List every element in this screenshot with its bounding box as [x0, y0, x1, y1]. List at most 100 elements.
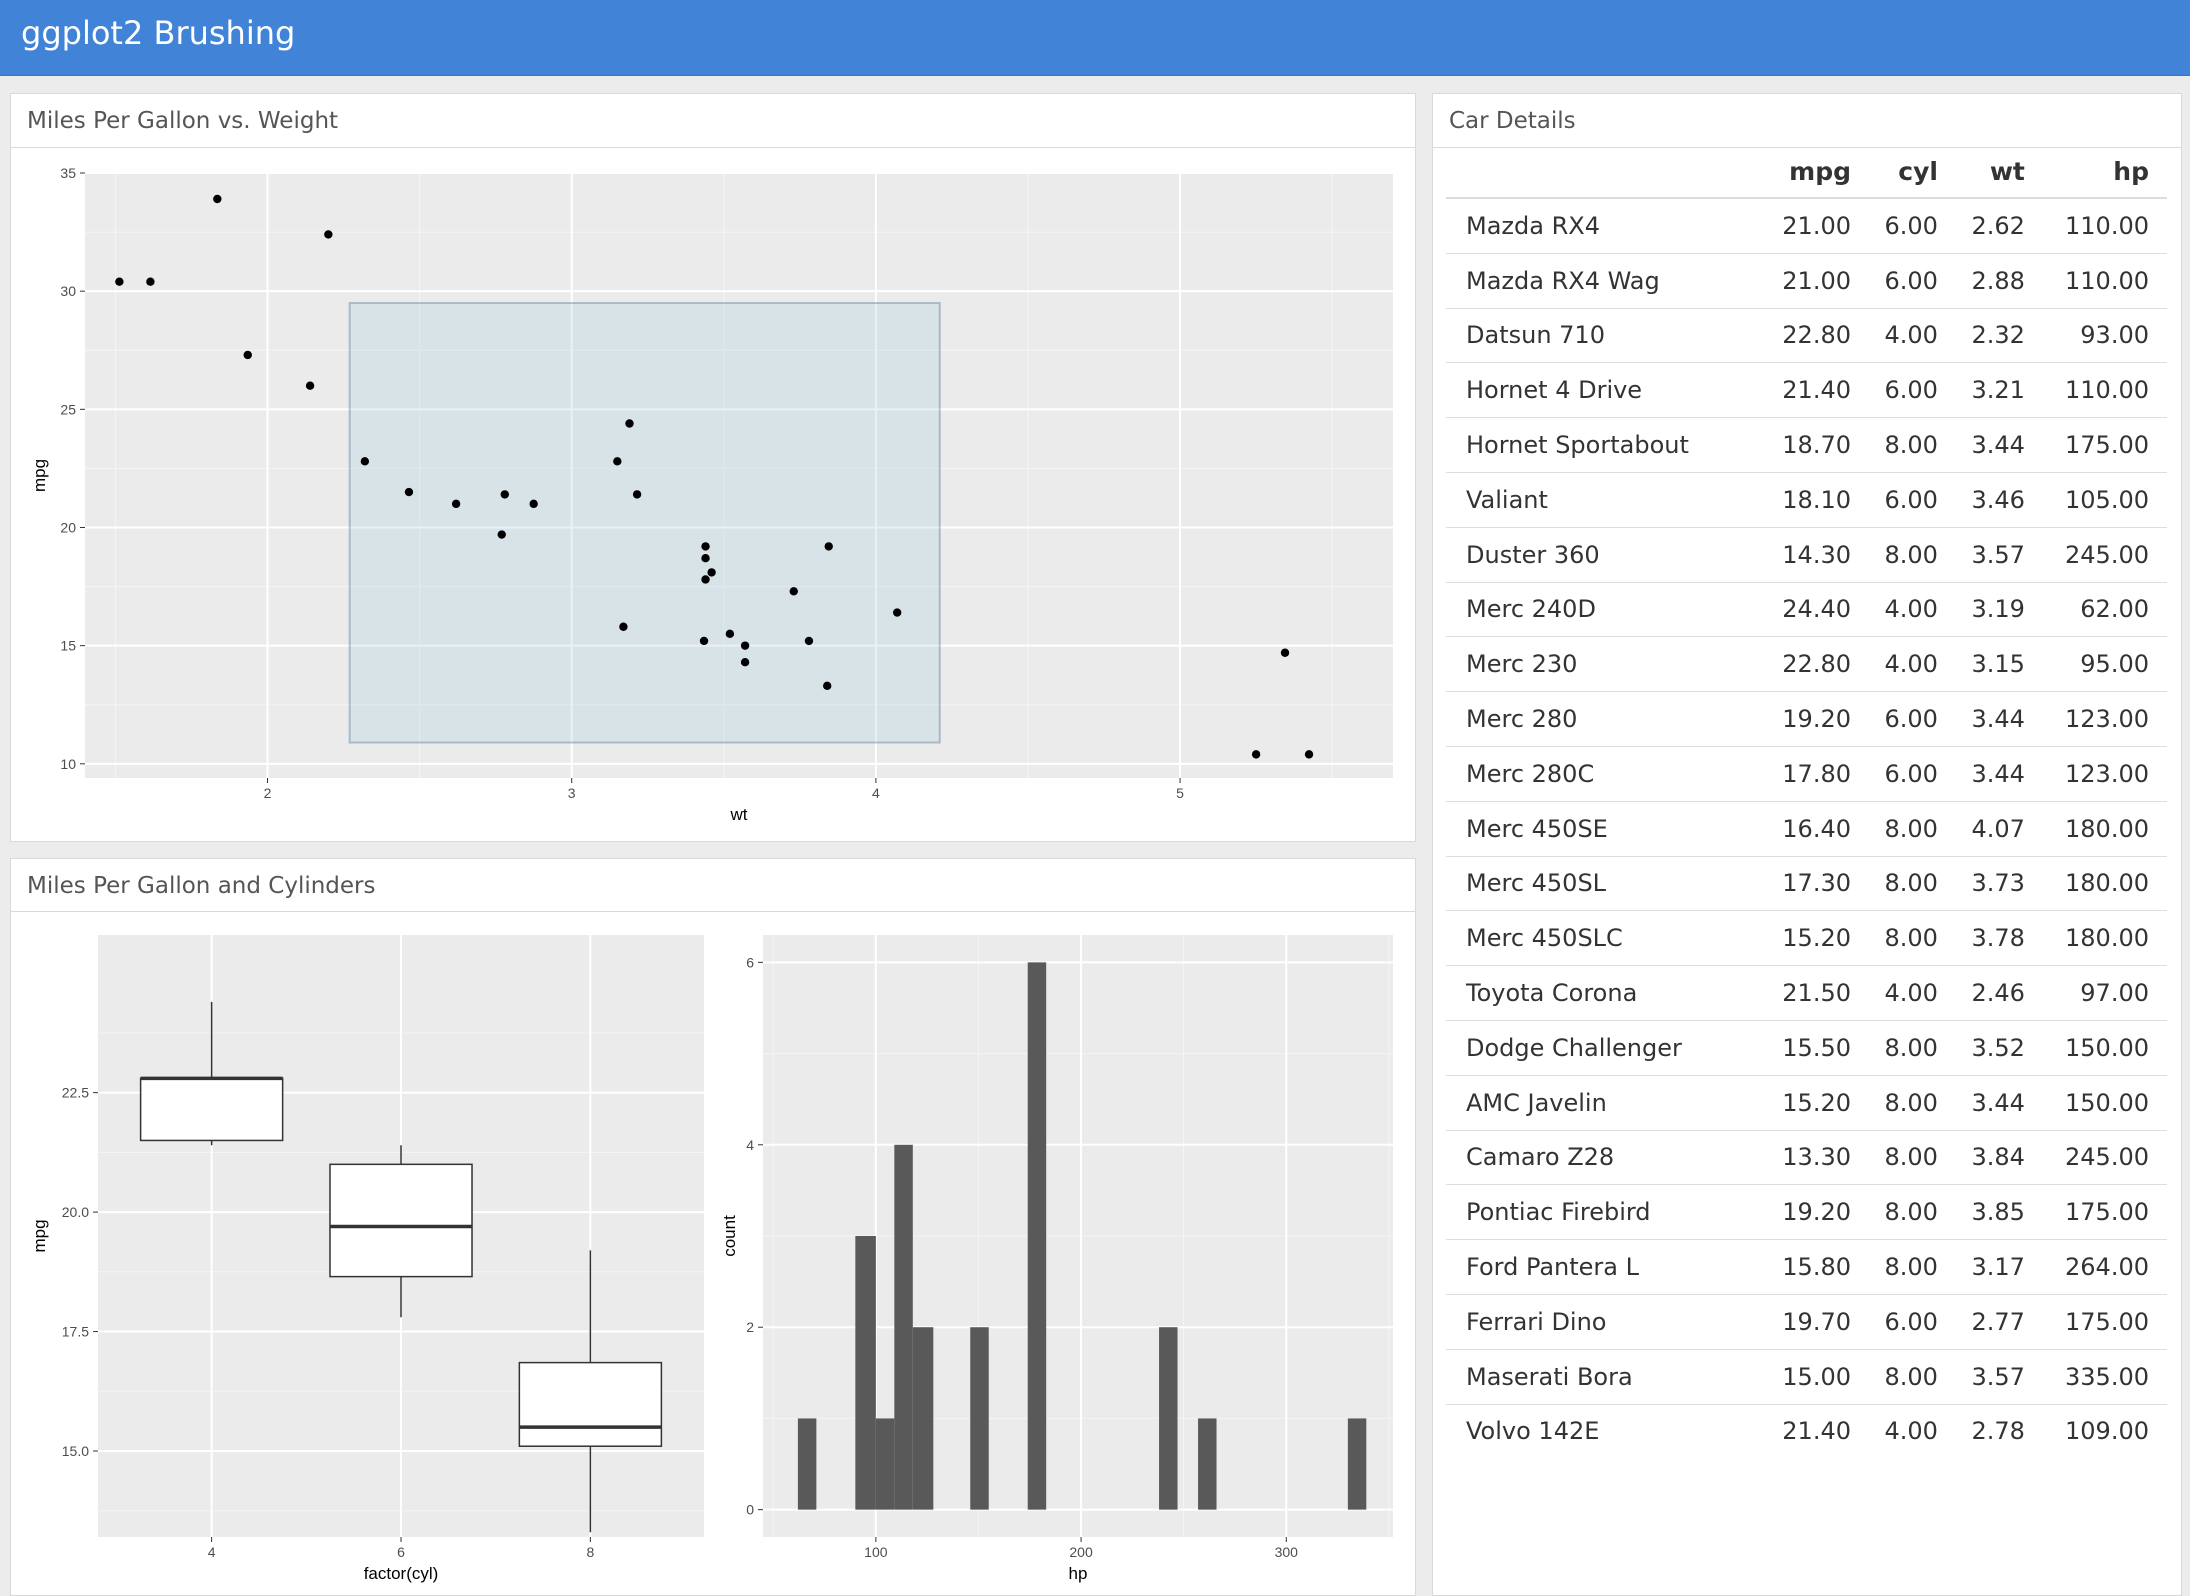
car-name-cell: Maserati Bora [1446, 1348, 1764, 1405]
cyl-cell: 4.00 [1869, 636, 1956, 692]
cyl-cell: 8.00 [1869, 1348, 1956, 1405]
wt-cell: 3.52 [1955, 1019, 2043, 1076]
hp-cell: 109.00 [2042, 1403, 2167, 1459]
car-name-cell: Valiant [1446, 471, 1764, 528]
table-row: Mazda RX4 Wag 21.00 6.00 2.88 110.00 [1446, 252, 2167, 309]
wt-cell: 2.46 [1955, 965, 2043, 1021]
mpg-cell: 21.00 [1763, 252, 1869, 309]
hp-cell: 123.00 [2042, 745, 2167, 802]
wt-cell: 3.44 [1955, 691, 2043, 747]
hp-cell: 150.00 [2042, 1074, 2167, 1131]
mpg-cell: 19.20 [1763, 691, 1869, 747]
cyl-cell: 8.00 [1869, 1129, 1956, 1185]
cyl-cell: 4.00 [1869, 1403, 1956, 1459]
hp-cell: 180.00 [2042, 800, 2167, 857]
mpg-cell: 19.20 [1763, 1184, 1869, 1240]
cyl-cell: 6.00 [1869, 471, 1956, 528]
hp-cell: 110.00 [2042, 197, 2167, 254]
wt-cell: 2.62 [1955, 197, 2043, 254]
car-name-cell: Merc 450SE [1446, 800, 1764, 857]
hp-cell: 245.00 [2042, 526, 2167, 583]
cyl-cell: 8.00 [1869, 1239, 1956, 1295]
cyl-cell: 6.00 [1869, 1293, 1956, 1350]
wt-cell: 3.78 [1955, 910, 2043, 966]
column-header-wt: wt [1955, 145, 2043, 199]
wt-cell: 3.73 [1955, 855, 2043, 911]
mpg-cell: 21.50 [1763, 965, 1869, 1021]
table-row: Hornet 4 Drive 21.40 6.00 3.21 110.00 [1446, 362, 2167, 418]
car-name-cell: Camaro Z28 [1446, 1129, 1764, 1185]
car-name-cell: Merc 240D [1446, 581, 1764, 637]
car-name-cell: Mazda RX4 [1446, 197, 1764, 254]
mpg-cell: 18.10 [1763, 471, 1869, 528]
cyl-cell: 8.00 [1869, 1074, 1956, 1131]
mpg-cell: 21.00 [1763, 197, 1869, 254]
wt-cell: 2.78 [1955, 1403, 2043, 1459]
car-name-cell: Toyota Corona [1446, 965, 1764, 1021]
cyl-cell: 8.00 [1869, 800, 1956, 857]
hp-cell: 62.00 [2042, 581, 2167, 637]
wt-cell: 2.77 [1955, 1293, 2043, 1350]
car-name-cell: Pontiac Firebird [1446, 1184, 1764, 1240]
wt-cell: 3.17 [1955, 1239, 2043, 1295]
table-row: Merc 230 22.80 4.00 3.15 95.00 [1446, 636, 2167, 692]
mpg-cell: 13.30 [1763, 1129, 1869, 1185]
car-name-cell: Ford Pantera L [1446, 1239, 1764, 1295]
cylinders-panel-title: Miles Per Gallon and Cylinders [27, 873, 376, 899]
table-row: Ferrari Dino 19.70 6.00 2.77 175.00 [1446, 1293, 2167, 1350]
cyl-cell: 6.00 [1869, 197, 1956, 254]
cyl-cell: 4.00 [1869, 581, 1956, 637]
wt-cell: 3.46 [1955, 471, 2043, 528]
scatter-panel-title: Miles Per Gallon vs. Weight [27, 108, 339, 134]
table-row: Merc 280 19.20 6.00 3.44 123.00 [1446, 691, 2167, 747]
hp-cell: 110.00 [2042, 252, 2167, 309]
mpg-cell: 21.40 [1763, 362, 1869, 418]
hp-cell: 175.00 [2042, 1293, 2167, 1350]
wt-cell: 3.44 [1955, 745, 2043, 802]
table-row: Merc 450SL 17.30 8.00 3.73 180.00 [1446, 855, 2167, 911]
car-name-cell: AMC Javelin [1446, 1074, 1764, 1131]
car-name-cell: Merc 280 [1446, 691, 1764, 747]
table-row: Maserati Bora 15.00 8.00 3.57 335.00 [1446, 1348, 2167, 1405]
table-row: Hornet Sportabout 18.70 8.00 3.44 175.00 [1446, 417, 2167, 473]
mpg-cell: 15.00 [1763, 1348, 1869, 1405]
car-name-cell: Dodge Challenger [1446, 1019, 1764, 1076]
car-name-cell: Merc 450SL [1446, 855, 1764, 911]
app-header: ggplot2 Brushing [0, 0, 2190, 76]
wt-cell: 3.57 [1955, 1348, 2043, 1405]
wt-cell: 3.44 [1955, 417, 2043, 473]
wt-cell: 3.44 [1955, 1074, 2043, 1131]
cyl-cell: 8.00 [1869, 1019, 1956, 1076]
car-details-table: mpg cyl wt hp Mazda RX4 21.00 6.00 2.62 110.… [1446, 145, 2167, 1459]
mpg-cell: 15.80 [1763, 1239, 1869, 1295]
mpg-cell: 22.80 [1763, 307, 1869, 363]
table-row: Mazda RX4 21.00 6.00 2.62 110.00 [1446, 197, 2167, 254]
hp-cell: 123.00 [2042, 691, 2167, 747]
hp-cell: 335.00 [2042, 1348, 2167, 1405]
cyl-cell: 8.00 [1869, 1184, 1956, 1240]
column-header-mpg: mpg [1763, 145, 1869, 199]
car-name-cell: Merc 450SLC [1446, 910, 1764, 966]
hp-cell: 105.00 [2042, 471, 2167, 528]
column-header-name [1446, 145, 1764, 199]
wt-cell: 2.32 [1955, 307, 2043, 363]
car-name-cell: Datsun 710 [1446, 307, 1764, 363]
cyl-cell: 8.00 [1869, 417, 1956, 473]
scatter-panel: Miles Per Gallon vs. Weight [10, 93, 1416, 842]
cylinders-panel: Miles Per Gallon and Cylinders [10, 858, 1416, 1596]
cyl-cell: 8.00 [1869, 526, 1956, 583]
table-row: Duster 360 14.30 8.00 3.57 245.00 [1446, 526, 2167, 583]
table-row: Merc 240D 24.40 4.00 3.19 62.00 [1446, 581, 2167, 637]
car-name-cell: Ferrari Dino [1446, 1293, 1764, 1350]
table-row: AMC Javelin 15.20 8.00 3.44 150.00 [1446, 1074, 2167, 1131]
mpg-cell: 18.70 [1763, 417, 1869, 473]
hp-cell: 175.00 [2042, 1184, 2167, 1240]
wt-cell: 3.15 [1955, 636, 2043, 692]
car-name-cell: Merc 230 [1446, 636, 1764, 692]
hp-cell: 264.00 [2042, 1239, 2167, 1295]
table-row: Valiant 18.10 6.00 3.46 105.00 [1446, 471, 2167, 528]
cyl-cell: 6.00 [1869, 252, 1956, 309]
table-row: Dodge Challenger 15.50 8.00 3.52 150.00 [1446, 1019, 2167, 1076]
column-header-cyl: cyl [1869, 145, 1956, 199]
cyl-cell: 4.00 [1869, 965, 1956, 1021]
